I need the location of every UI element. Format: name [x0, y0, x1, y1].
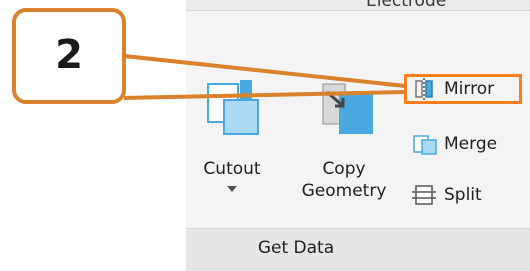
- step-number: 2: [55, 32, 83, 78]
- step-number-callout: 2: [12, 8, 126, 104]
